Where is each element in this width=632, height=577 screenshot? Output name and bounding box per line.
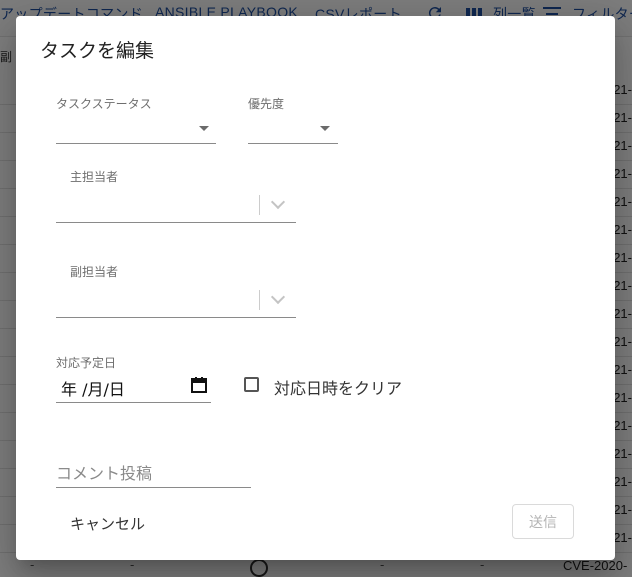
calendar-icon[interactable] [191, 377, 207, 393]
main-assignee-combobox[interactable] [56, 192, 296, 223]
sub-assignee-label: 副担当者 [70, 265, 119, 279]
select-underline [56, 143, 216, 144]
task-status-label: タスクステータス [56, 97, 152, 111]
combobox-separator [259, 290, 260, 310]
cancel-button[interactable]: キャンセル [58, 507, 157, 539]
comment-placeholder: コメント投稿 [56, 464, 153, 483]
due-date-input[interactable]: 年 /月/日 [56, 371, 211, 403]
combobox-separator [259, 195, 260, 215]
dialog-title: タスクを編集 [40, 40, 155, 62]
clear-date-checkbox[interactable] [244, 377, 259, 392]
task-status-select[interactable] [56, 112, 216, 144]
submit-button[interactable]: 送信 [512, 504, 574, 539]
main-assignee-label: 主担当者 [70, 170, 119, 184]
priority-label: 優先度 [248, 97, 285, 111]
due-date-value: 年 /月/日 [61, 380, 125, 399]
priority-select[interactable] [248, 112, 338, 144]
clear-date-label[interactable]: 対応日時をクリア [274, 375, 402, 399]
chevron-down-icon[interactable] [270, 289, 286, 305]
edit-task-dialog: タスクを編集 タスクステータス 優先度 主担当者 副担当者 対応予定日 年 /月… [16, 16, 615, 560]
dropdown-arrow-icon [320, 126, 330, 131]
comment-input[interactable]: コメント投稿 [56, 454, 251, 488]
select-underline [248, 143, 338, 144]
sub-assignee-combobox[interactable] [56, 287, 296, 318]
due-date-label: 対応予定日 [56, 356, 117, 370]
chevron-down-icon[interactable] [270, 194, 286, 210]
dropdown-arrow-icon [199, 126, 209, 131]
